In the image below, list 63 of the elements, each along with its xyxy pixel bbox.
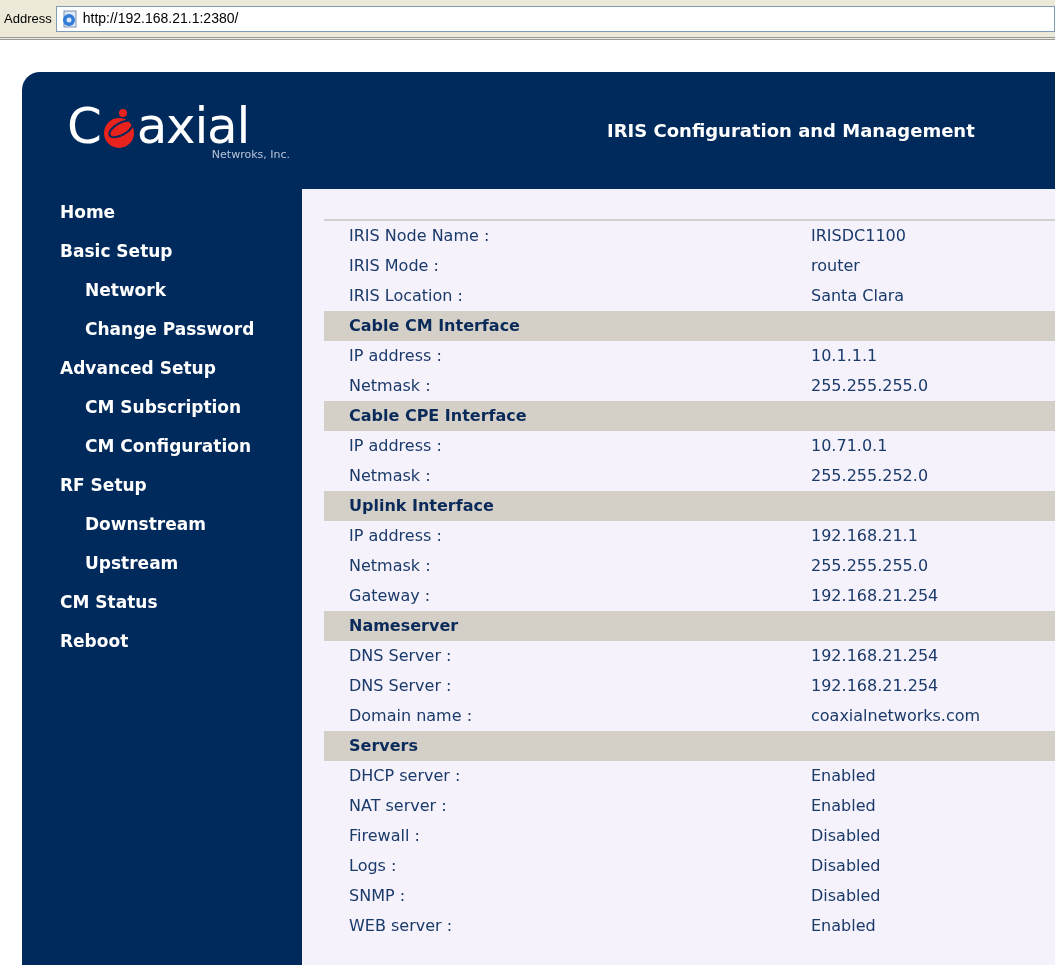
field-label: DNS Server :: [348, 675, 453, 697]
section-header: Servers: [324, 731, 1055, 761]
nav-link[interactable]: RF Setup: [60, 472, 302, 511]
field-value: router: [811, 255, 860, 277]
address-label: Address: [4, 9, 52, 28]
field-label: Gateway :: [348, 585, 432, 607]
field-label: IRIS Node Name :: [348, 225, 491, 247]
field-label: NAT server :: [348, 795, 448, 817]
nav-link[interactable]: Upstream: [60, 550, 302, 589]
field-label: IP address :: [348, 525, 443, 547]
field-label: IP address :: [348, 435, 443, 457]
logo-text: axial: [136, 101, 250, 151]
nav-link[interactable]: Advanced Setup: [60, 355, 302, 394]
address-field[interactable]: http://192.168.21.1:2380/: [55, 5, 1055, 32]
field-value: 255.255.255.0: [811, 375, 929, 397]
nav-link[interactable]: Network: [60, 277, 302, 316]
nav-link[interactable]: CM Subscription: [60, 394, 302, 433]
section-header: Cable CPE Interface: [324, 401, 1055, 431]
page-title: IRIS Configuration and Management: [607, 119, 975, 143]
nav-link[interactable]: Change Password: [60, 316, 302, 355]
field-value: Enabled: [811, 795, 876, 817]
field-value: Enabled: [811, 915, 876, 937]
url-text: http://192.168.21.1:2380/: [82, 9, 239, 28]
browser-icon: [60, 9, 79, 28]
nav-link[interactable]: CM Configuration: [60, 433, 302, 472]
field-label: Firewall :: [348, 825, 421, 847]
field-label: Netmask :: [348, 465, 432, 487]
field-value: IRISDC1100: [811, 225, 906, 247]
field-value: Enabled: [811, 765, 876, 787]
field-value: 192.168.21.254: [811, 585, 939, 607]
logo-tagline: Netwroks, Inc.: [211, 149, 290, 160]
field-label: Logs :: [348, 855, 398, 877]
field-label: IRIS Mode :: [348, 255, 440, 277]
nav-link[interactable]: Downstream: [60, 511, 302, 550]
field-label: WEB server :: [348, 915, 454, 937]
field-label: Netmask :: [348, 375, 432, 397]
field-value: 192.168.21.1: [811, 525, 918, 547]
field-label: IRIS Location :: [348, 285, 464, 307]
field-value: coaxialnetworks.com: [811, 705, 981, 727]
nav-link[interactable]: Home: [60, 199, 302, 238]
section-header: Nameserver: [324, 611, 1055, 641]
field-value: Santa Clara: [811, 285, 905, 307]
field-value: 10.1.1.1: [811, 345, 878, 367]
field-value: Disabled: [811, 855, 881, 877]
field-value: 192.168.21.254: [811, 645, 939, 667]
section-header: Uplink Interface: [324, 491, 1055, 521]
field-label: Netmask :: [348, 555, 432, 577]
field-label: SNMP :: [348, 885, 407, 907]
field-value: Disabled: [811, 885, 881, 907]
section-header: Cable CM Interface: [324, 311, 1055, 341]
field-value: Disabled: [811, 825, 881, 847]
field-value: 255.255.255.0: [811, 555, 929, 577]
nav-link[interactable]: CM Status: [60, 589, 302, 628]
field-label: DNS Server :: [348, 645, 453, 667]
field-label: Domain name :: [348, 705, 474, 727]
nav-link[interactable]: Basic Setup: [60, 238, 302, 277]
field-label: IP address :: [348, 345, 443, 367]
nav-link[interactable]: Reboot: [60, 628, 302, 667]
field-value: 255.255.252.0: [811, 465, 929, 487]
field-label: DHCP server :: [348, 765, 462, 787]
field-value: 10.71.0.1: [811, 435, 888, 457]
field-value: 192.168.21.254: [811, 675, 939, 697]
logo-text: C: [67, 101, 101, 151]
